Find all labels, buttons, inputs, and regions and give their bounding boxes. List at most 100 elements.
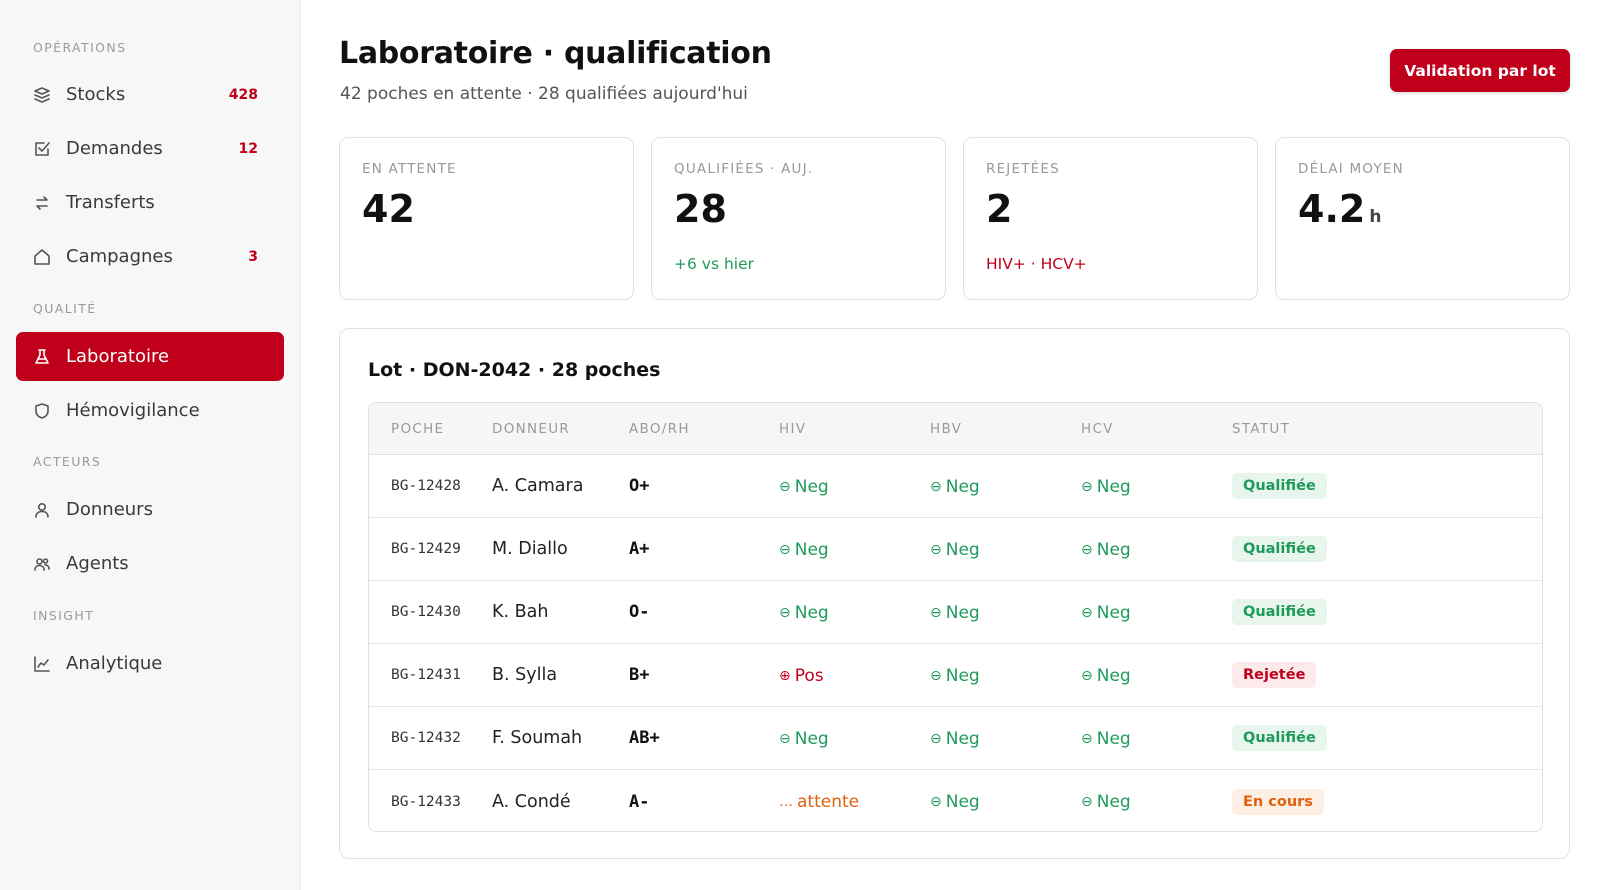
page-subtitle: 42 poches en attente · 28 qualifiées auj…: [340, 84, 748, 104]
minus-circle-icon: ⊖: [930, 794, 942, 810]
stat-card-rejetees: REJETÉES 2 HIV+ · HCV+: [963, 137, 1258, 300]
sidebar-item-campagnes[interactable]: Campagnes 3: [16, 232, 284, 281]
stat-value: 42: [362, 189, 611, 229]
hbv-cell: ⊖ Neg: [930, 791, 1081, 812]
results-table: POCHE DONNEUR ABO/RH HIV HBV HCV STATUT …: [368, 402, 1543, 832]
count-badge: 12: [238, 140, 258, 157]
table-header: POCHE DONNEUR ABO/RH HIV HBV HCV STATUT: [369, 403, 1542, 455]
donneur-cell: B. Sylla: [492, 665, 558, 685]
hcv-cell: ⊖ Neg: [1081, 665, 1232, 686]
home-icon: [33, 248, 51, 266]
hcv-cell: ⊖ Neg: [1081, 539, 1232, 560]
abo-cell: A-: [629, 791, 650, 812]
stat-number: 4.2: [1298, 187, 1366, 231]
table-row[interactable]: BG-12431 B. Sylla B+ ⊕ Pos ⊖ Neg ⊖ Neg Rejetée: [369, 644, 1542, 707]
result-text: Neg: [1096, 665, 1131, 686]
validation-par-lot-button[interactable]: Validation par lot: [1390, 49, 1570, 92]
hcv-cell: ⊖ Neg: [1081, 728, 1232, 749]
hiv-cell: ⊖ Neg: [779, 602, 930, 623]
abo-cell: A+: [629, 539, 650, 559]
minus-circle-icon: ⊖: [1081, 794, 1093, 810]
hbv-result: ⊖ Neg: [930, 603, 980, 623]
poche-cell: BG-12429: [391, 541, 461, 557]
statut-cell: Qualifiée: [1232, 725, 1542, 751]
hiv-cell: ⊖ Neg: [779, 539, 930, 560]
column-header: DONNEUR: [492, 420, 571, 437]
minus-circle-icon: ⊖: [779, 478, 791, 495]
hiv-result: … attente: [779, 792, 859, 812]
minus-circle-icon: ⊖: [1081, 667, 1093, 684]
hiv-result: ⊖ Neg: [779, 477, 829, 497]
stack-icon: [33, 86, 51, 104]
page-title: Laboratoire · qualification: [339, 36, 772, 71]
sidebar-item-agents[interactable]: Agents: [16, 539, 284, 588]
column-header: ABO/RH: [629, 420, 690, 437]
stat-note: HIV+ · HCV+: [986, 255, 1087, 273]
column-header: POCHE: [391, 420, 445, 437]
sidebar-item-demandes[interactable]: Demandes 12: [16, 124, 284, 173]
minus-circle-icon: ⊖: [1081, 730, 1093, 747]
hbv-result: ⊖ Neg: [930, 540, 980, 560]
sidebar-item-stocks[interactable]: Stocks 428: [16, 70, 284, 119]
lot-card: Lot · DON-2042 · 28 poches POCHE DONNEUR…: [339, 328, 1570, 859]
hbv-cell: ⊖ Neg: [930, 476, 1081, 497]
minus-circle-icon: ⊖: [930, 730, 942, 747]
table-row[interactable]: BG-12432 F. Soumah AB+ ⊖ Neg ⊖ Neg ⊖ Neg Qualifié…: [369, 707, 1542, 770]
section-operations: OPÉRATIONS Stocks 428 Demandes 12 Transf…: [0, 40, 300, 281]
hiv-cell: ⊖ Neg: [779, 728, 930, 749]
abo-cell: B+: [629, 665, 650, 685]
table-row[interactable]: BG-12428 A. Camara O+ ⊖ Neg ⊖ Neg ⊖ Neg Qualifiée: [369, 455, 1542, 518]
stat-label: REJETÉES: [986, 161, 1060, 177]
ellipsis-icon: …: [779, 794, 793, 810]
minus-circle-icon: ⊖: [930, 541, 942, 558]
result-text: Neg: [1096, 728, 1131, 749]
result-text: Neg: [945, 539, 980, 560]
sidebar-item-donneurs[interactable]: Donneurs: [16, 485, 284, 534]
plus-circle-icon: ⊕: [779, 667, 791, 684]
sidebar: OPÉRATIONS Stocks 428 Demandes 12 Transf…: [0, 0, 301, 890]
sidebar-item-label: Agents: [66, 553, 129, 574]
hbv-cell: ⊖ Neg: [930, 728, 1081, 749]
hbv-result: ⊖ Neg: [930, 666, 980, 686]
column-header: STATUT: [1232, 420, 1291, 437]
stat-value: 28: [674, 189, 923, 229]
main-content: Laboratoire · qualification 42 poches en…: [302, 0, 1600, 890]
hiv-cell: … attente: [779, 791, 930, 812]
chart-icon: [33, 655, 51, 673]
section-label: INSIGHT: [33, 608, 95, 623]
hbv-result: ⊖ Neg: [930, 477, 980, 497]
stat-card-qualifiees: QUALIFIÉES · AUJ. 28 +6 vs hier: [651, 137, 946, 300]
minus-circle-icon: ⊖: [779, 730, 791, 747]
hcv-result: ⊖ Neg: [1081, 729, 1131, 749]
hcv-result: ⊖ Neg: [1081, 792, 1131, 812]
section-qualite: QUALITÉ Laboratoire Hémovigilance: [0, 301, 300, 435]
hbv-cell: ⊖ Neg: [930, 665, 1081, 686]
table-row[interactable]: BG-12430 K. Bah O- ⊖ Neg ⊖ Neg ⊖ Neg Qualifiée: [369, 581, 1542, 644]
flask-icon: [33, 348, 51, 366]
result-text: Neg: [1096, 792, 1131, 812]
lot-title: Lot · DON-2042 · 28 poches: [368, 359, 661, 381]
result-text: Neg: [794, 476, 829, 497]
result-text: Neg: [945, 728, 980, 749]
abo-cell: O-: [629, 602, 650, 622]
stat-card-en-attente: EN ATTENTE 42: [339, 137, 634, 300]
result-text: Neg: [945, 476, 980, 497]
donneur-cell: K. Bah: [492, 602, 549, 622]
sidebar-item-analytique[interactable]: Analytique: [16, 639, 284, 688]
minus-circle-icon: ⊖: [930, 478, 942, 495]
sidebar-item-transferts[interactable]: Transferts: [16, 178, 284, 227]
status-badge: Rejetée: [1232, 662, 1317, 688]
table-row[interactable]: BG-12433 A. Condé A-… attente ⊖ Neg ⊖ Neg En cou…: [369, 770, 1542, 831]
minus-circle-icon: ⊖: [930, 667, 942, 684]
column-header: HCV: [1081, 420, 1114, 437]
table-row[interactable]: BG-12429 M. Diallo A+ ⊖ Neg ⊖ Neg ⊖ Neg Qualifiée: [369, 518, 1542, 581]
hbv-cell: ⊖ Neg: [930, 539, 1081, 560]
sidebar-item-hemovigilance[interactable]: Hémovigilance: [16, 386, 284, 435]
result-text: Neg: [1096, 476, 1131, 497]
result-text: Neg: [945, 665, 980, 686]
stat-card-delai-moyen: DÉLAI MOYEN 4.2 h: [1275, 137, 1570, 300]
stat-label: QUALIFIÉES · AUJ.: [674, 161, 814, 177]
sidebar-item-laboratoire[interactable]: Laboratoire: [16, 332, 284, 381]
minus-circle-icon: ⊖: [930, 604, 942, 621]
result-text: Neg: [945, 602, 980, 623]
